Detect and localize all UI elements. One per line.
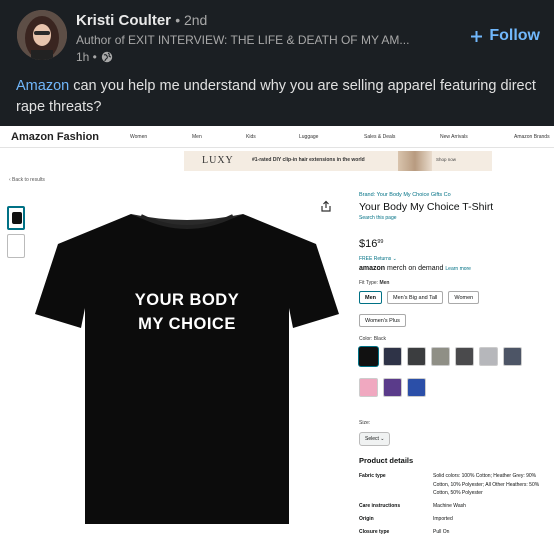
author-headline: Author of EXIT INTERVIEW: THE LIFE & DEA… — [76, 33, 410, 47]
fit-options-row2: Women's Plus — [359, 314, 406, 327]
amazon-screenshot: Amazon Fashion Women Men Kids Luggage Sa… — [0, 122, 554, 549]
image-thumbnails — [7, 206, 25, 262]
nav-link-kids[interactable]: Kids — [246, 134, 256, 140]
ad-photo — [398, 151, 432, 171]
plus-icon — [471, 30, 483, 42]
search-this-page-link[interactable]: Search this page — [359, 215, 549, 221]
nav-link-amazon-brands[interactable]: Amazon Brands — [514, 134, 550, 140]
nav-link-new-arrivals[interactable]: New Arrivals — [440, 134, 468, 140]
color-swatch[interactable] — [407, 378, 426, 397]
color-value: Black — [373, 336, 386, 342]
ad-brand: LUXY — [202, 155, 234, 166]
author-name[interactable]: Kristi Coulter • 2nd — [76, 12, 207, 29]
learn-more-link[interactable]: Learn more — [445, 266, 471, 272]
detail-row: Fabric type Solid colors: 100% Cotton; He… — [359, 472, 549, 498]
color-swatch[interactable] — [383, 347, 402, 366]
color-swatch[interactable] — [359, 378, 378, 397]
amazon-fashion-logo[interactable]: Amazon Fashion — [11, 131, 99, 143]
product-title: Your Body My Choice T-Shirt — [359, 201, 494, 213]
color-label-text: Color: — [359, 336, 373, 342]
author-avatar[interactable] — [17, 10, 67, 60]
fit-type-label: Fit Type: Men — [359, 280, 389, 286]
fit-option-women[interactable]: Women — [448, 291, 480, 304]
follow-label: Follow — [489, 27, 540, 44]
shirt-print-line1: YOUR BODY — [134, 291, 240, 309]
brand-link[interactable]: Brand: Your Body My Choice Gifts Co — [359, 192, 549, 198]
detail-value: Machine Wash — [433, 503, 466, 510]
price: $1699 — [359, 238, 383, 250]
fit-option-men-big-tall[interactable]: Men's Big and Tall — [387, 291, 444, 304]
thumbnail-shirt-icon — [12, 212, 22, 224]
ad-text: #1-rated DIY clip-in hair extensions in … — [252, 157, 365, 163]
detail-key: Care instructions — [359, 503, 401, 510]
sponsored-banner[interactable]: LUXY #1-rated DIY clip-in hair extension… — [184, 151, 492, 171]
back-to-results-link[interactable]: ‹ Back to results — [9, 177, 45, 183]
color-swatch[interactable] — [503, 347, 522, 366]
size-select[interactable]: Select ⌄ — [359, 432, 391, 446]
post-time: 1h • — [76, 50, 113, 64]
tshirt-image — [35, 214, 339, 524]
detail-row: Care instructions Machine Wash — [359, 502, 549, 511]
post-body: Amazon can you help me understand why yo… — [16, 76, 536, 118]
post-body-text: can you help me understand why you are s… — [16, 78, 536, 115]
detail-row: Origin Imported — [359, 515, 549, 524]
thumbnail-size-chart[interactable] — [7, 234, 25, 258]
detail-value: Solid colors: 100% Cotton; Heather Grey:… — [433, 473, 540, 497]
color-swatch[interactable] — [455, 347, 474, 366]
amazon-logo: amazon — [359, 265, 386, 272]
price-dollars: $16 — [359, 238, 378, 250]
amazon-nav-bar: Amazon Fashion Women Men Kids Luggage Sa… — [0, 126, 554, 148]
product-details-heading: Product details — [359, 456, 414, 465]
detail-value: Imported — [433, 515, 453, 522]
detail-key: Origin — [359, 515, 374, 522]
detail-value: Pull On — [433, 528, 450, 535]
merch-on-demand-text: merch on demand — [385, 265, 444, 272]
avatar-photo-icon — [17, 10, 67, 60]
follow-button[interactable]: Follow — [470, 27, 540, 45]
size-label: Size: — [359, 420, 371, 426]
color-swatch[interactable] — [479, 347, 498, 366]
fit-type-label-text: Fit Type: — [359, 280, 379, 286]
merch-on-demand: amazon merch on demand Learn more — [359, 265, 471, 272]
detail-key: Closure type — [359, 528, 390, 535]
linkedin-post-header: Kristi Coulter • 2nd Author of EXIT INTE… — [0, 0, 554, 122]
ad-shop-now[interactable]: Shop now — [436, 157, 456, 162]
detail-row: Closure type Pull On — [359, 528, 549, 537]
author-name-text[interactable]: Kristi Coulter — [76, 12, 171, 29]
post-time-text: 1h • — [76, 50, 97, 64]
connection-degree: • 2nd — [175, 12, 208, 28]
mention-link[interactable]: Amazon — [16, 78, 69, 94]
color-swatch[interactable] — [359, 347, 378, 366]
detail-key: Fabric type — [359, 473, 386, 479]
color-label: Color: Black — [359, 336, 386, 342]
shirt-print-line2: MY CHOICE — [138, 315, 236, 333]
product-image[interactable]: YOUR BODY MY CHOICE — [31, 196, 343, 526]
color-swatches-row2 — [359, 378, 426, 397]
fit-option-women-plus[interactable]: Women's Plus — [359, 314, 406, 327]
price-cents: 99 — [377, 239, 384, 245]
fit-options: Men Men's Big and Tall Women — [359, 291, 480, 304]
nav-link-luggage[interactable]: Luggage — [299, 134, 318, 140]
thumbnail-front[interactable] — [7, 206, 25, 230]
product-info-panel: Brand: Your Body My Choice Gifts Co Your… — [359, 192, 549, 535]
color-swatches-row1 — [359, 347, 522, 366]
fit-option-men[interactable]: Men — [359, 291, 382, 304]
nav-link-sales-deals[interactable]: Sales & Deals — [364, 134, 395, 140]
product-details-table: Fabric type Solid colors: 100% Cotton; He… — [359, 472, 549, 540]
free-returns-link[interactable]: FREE Returns ⌄ — [359, 256, 397, 262]
color-swatch[interactable] — [431, 347, 450, 366]
color-swatch[interactable] — [407, 347, 426, 366]
color-swatch[interactable] — [383, 378, 402, 397]
nav-link-men[interactable]: Men — [192, 134, 202, 140]
globe-icon — [101, 51, 113, 63]
fit-type-value: Men — [379, 280, 390, 286]
nav-link-women[interactable]: Women — [130, 134, 147, 140]
